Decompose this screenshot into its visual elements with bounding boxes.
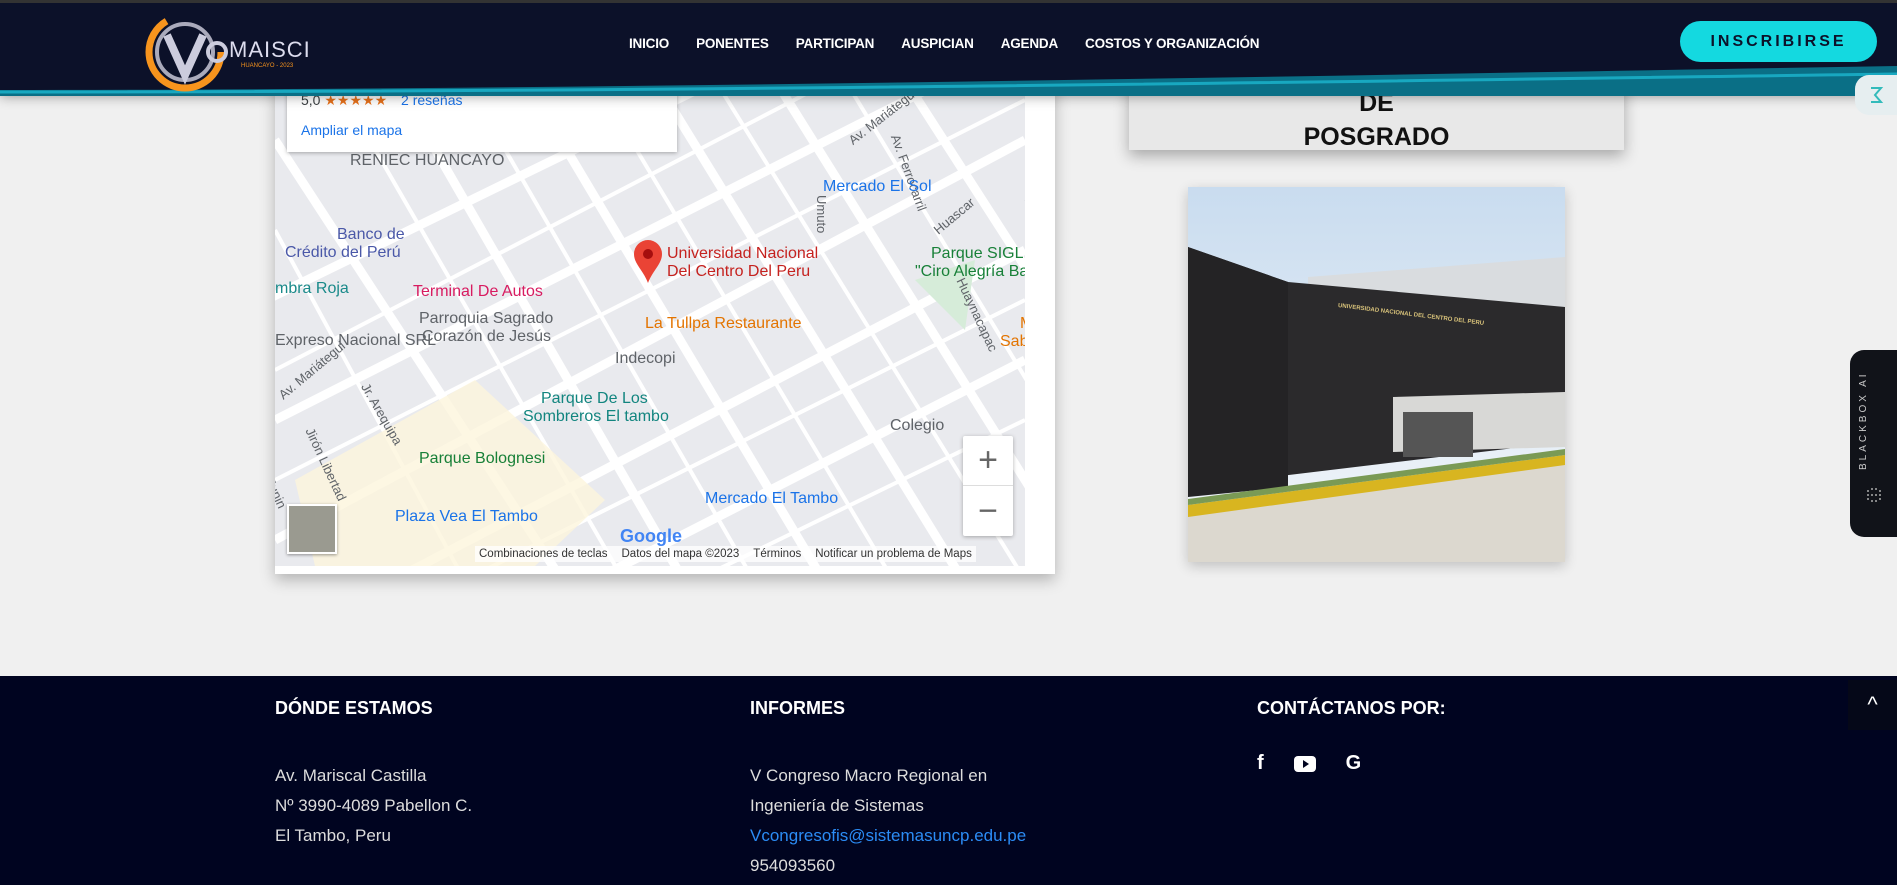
address-line: El Tambo, Peru bbox=[275, 826, 391, 845]
map-label[interactable]: Parque Bolognesi bbox=[419, 450, 545, 468]
map-label[interactable]: Del Centro Del Peru bbox=[667, 263, 810, 281]
scroll-to-top-button[interactable]: ^ bbox=[1848, 680, 1897, 730]
map-label[interactable]: Mercado El Sol bbox=[823, 178, 932, 196]
nav-inicio[interactable]: INICIO bbox=[629, 36, 669, 51]
map-label[interactable]: Plaza Vea El Tambo bbox=[395, 508, 538, 526]
blackbox-dots-icon bbox=[1867, 488, 1881, 502]
logo-text: MAISCI bbox=[229, 37, 311, 62]
map-label[interactable]: Terminal De Autos bbox=[413, 283, 543, 301]
google-logo: Google bbox=[620, 526, 682, 546]
map-label[interactable]: Marisque bbox=[1020, 315, 1025, 333]
address-line: Nº 3990-4089 Pabellon C. bbox=[275, 796, 473, 815]
google-map-embed[interactable]: I. E. Micaela BastidasRENIEC HUANCAYOAv.… bbox=[275, 80, 1055, 574]
map-label[interactable]: Umuto bbox=[812, 195, 830, 233]
extension-widget-icon[interactable] bbox=[1855, 75, 1897, 115]
map-label[interactable]: Colegio bbox=[890, 417, 944, 435]
logo-subtext: HUANCAYO - 2023 bbox=[241, 63, 294, 69]
nav-agenda[interactable]: AGENDA bbox=[1001, 36, 1059, 51]
footer-heading-informes: INFORMES bbox=[750, 698, 846, 718]
nav-auspician[interactable]: AUSPICIAN bbox=[901, 36, 974, 51]
map-label[interactable]: Expreso Nacional SRL bbox=[275, 332, 436, 350]
satellite-toggle[interactable] bbox=[287, 504, 337, 554]
informes-block: V Congreso Macro Regional en Ingeniería … bbox=[750, 761, 1026, 881]
map-label[interactable]: Parroquia Sagrado bbox=[419, 310, 553, 328]
address-block: Av. Mariscal Castilla Nº 3990-4089 Pabel… bbox=[275, 761, 472, 851]
zoom-control: + − bbox=[963, 436, 1013, 536]
report-problem-link[interactable]: Notificar un problema de Maps bbox=[815, 548, 972, 560]
maisci-logo[interactable]: MAISCI HUANCAYO - 2023 bbox=[145, 7, 325, 93]
main-nav: INICIO PONENTES PARTICIPAN AUSPICIAN AGE… bbox=[629, 36, 1260, 51]
nav-costos[interactable]: COSTOS Y ORGANIZACIÓN bbox=[1085, 36, 1260, 51]
blackbox-label: BLACKBOX AI bbox=[1858, 371, 1869, 470]
zoom-in-button[interactable]: + bbox=[963, 436, 1013, 486]
university-pin-icon[interactable] bbox=[633, 240, 663, 284]
blackbox-ai-tab[interactable]: BLACKBOX AI bbox=[1850, 350, 1897, 537]
map-label[interactable]: mbra Roja bbox=[275, 280, 349, 298]
site-header: MAISCI HUANCAYO - 2023 INICIO PONENTES P… bbox=[0, 0, 1897, 96]
map-label[interactable]: Parque De Los bbox=[541, 390, 648, 408]
site-footer: DÓNDE ESTAMOS Av. Mariscal Castilla Nº 3… bbox=[0, 676, 1897, 885]
map-label[interactable]: Mercado El Tambo bbox=[705, 490, 838, 508]
map-label[interactable]: Parque SIGL bbox=[931, 245, 1024, 263]
campus-title-line2: POSGRADO bbox=[1303, 123, 1450, 150]
keyboard-shortcuts-link[interactable]: Combinaciones de teclas bbox=[479, 548, 608, 560]
inscribirse-button[interactable]: INSCRIBIRSE bbox=[1680, 21, 1877, 62]
phone-number: 954093560 bbox=[750, 856, 836, 875]
map-label[interactable]: Universidad Nacional bbox=[667, 245, 818, 263]
zoom-out-button[interactable]: − bbox=[963, 486, 1013, 536]
campus-photo: UNIVERSIDAD NACIONAL DEL CENTRO DEL PERU bbox=[1188, 187, 1565, 562]
google-icon[interactable]: G bbox=[1346, 752, 1362, 775]
nav-participan[interactable]: PARTICIPAN bbox=[796, 36, 875, 51]
enlarge-map-link[interactable]: Ampliar el mapa bbox=[301, 122, 402, 138]
map-label[interactable]: Sabor del l bbox=[1000, 333, 1025, 351]
informes-line: V Congreso Macro Regional en bbox=[750, 766, 988, 785]
map-label[interactable]: Sombreros El tambo bbox=[523, 408, 669, 426]
footer-heading-location: DÓNDE ESTAMOS bbox=[275, 698, 433, 718]
map-canvas[interactable]: I. E. Micaela BastidasRENIEC HUANCAYOAv.… bbox=[275, 80, 1025, 566]
map-label[interactable]: Banco de bbox=[337, 226, 405, 244]
email-link[interactable]: Vcongresofis@sistemasuncp.edu.pe bbox=[750, 821, 1026, 851]
youtube-icon[interactable] bbox=[1293, 755, 1316, 772]
map-label[interactable]: Indecopi bbox=[615, 350, 676, 368]
terms-link[interactable]: Términos bbox=[753, 548, 801, 560]
informes-line: Ingeniería de Sistemas bbox=[750, 796, 924, 815]
map-attribution: Combinaciones de teclas Datos del mapa ©… bbox=[475, 546, 976, 562]
map-label[interactable]: La Tullpa Restaurante bbox=[645, 315, 802, 333]
facebook-icon[interactable]: f bbox=[1257, 752, 1264, 775]
map-label[interactable]: RENIEC HUANCAYO bbox=[350, 152, 504, 170]
address-line: Av. Mariscal Castilla bbox=[275, 766, 427, 785]
map-label[interactable]: Corazón de Jesús bbox=[422, 328, 551, 346]
map-label[interactable]: Crédito del Perú bbox=[285, 244, 401, 262]
footer-heading-contact: CONTÁCTANOS POR: bbox=[1257, 698, 1446, 718]
social-icons: f G bbox=[1257, 752, 1361, 775]
nav-ponentes[interactable]: PONENTES bbox=[696, 36, 769, 51]
map-data-text: Datos del mapa ©2023 bbox=[621, 548, 740, 560]
